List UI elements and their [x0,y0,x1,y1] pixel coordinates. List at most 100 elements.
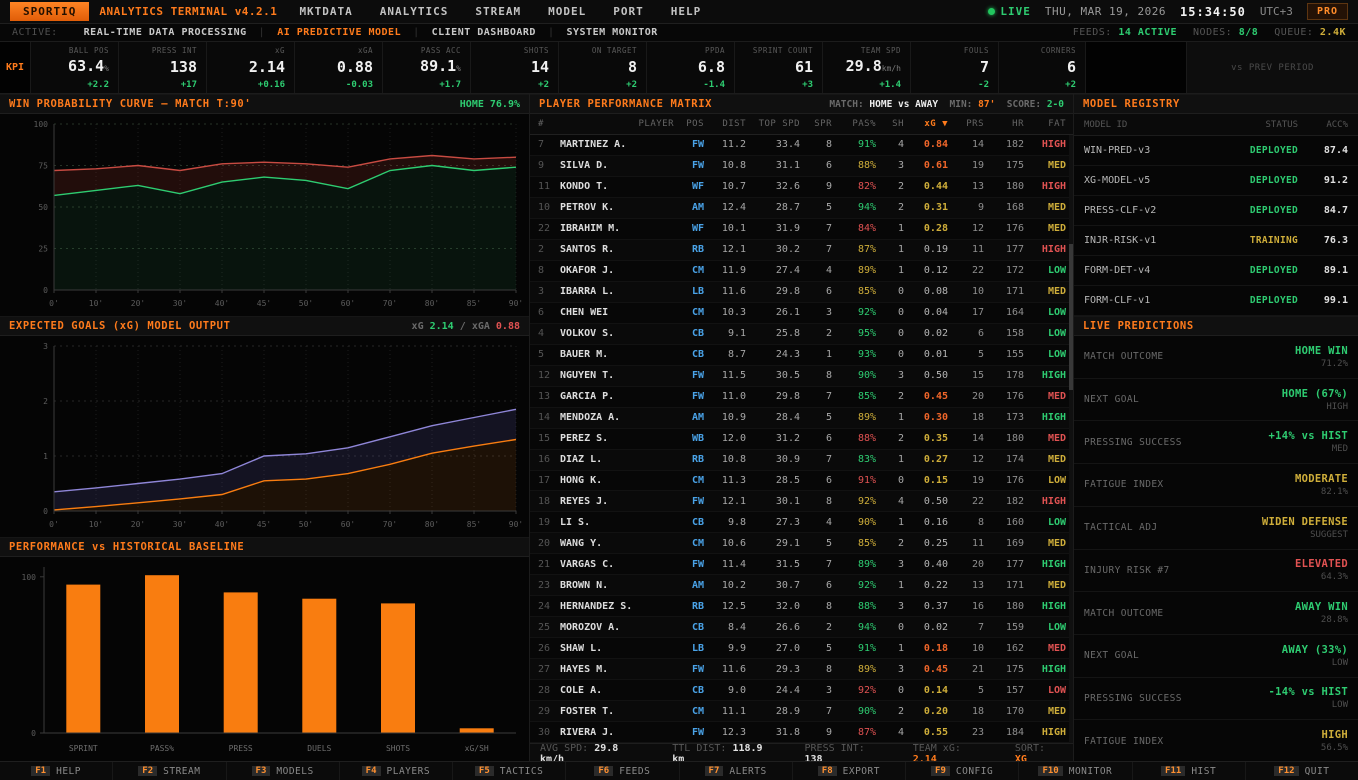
column-header[interactable]: # [538,119,560,129]
table-row[interactable]: 3IBARRA L.LB11.629.8685%00.0810171MED [530,282,1073,303]
player-top-speed: 26.1 [746,307,800,318]
player-number: 14 [538,412,560,423]
table-row[interactable]: 17HONG K.CM11.328.5691%00.1519176LOW [530,471,1073,492]
menu-item-help[interactable]: HELP [671,5,702,18]
player-heart-rate: 171 [984,286,1024,297]
function-key-f9[interactable]: F9CONFIG [905,762,1018,780]
model-row[interactable]: PRESS-CLF-v2DEPLOYED84.7 [1074,196,1358,226]
table-row[interactable]: 2SANTOS R.RB12.130.2787%10.1911177HIGH [530,240,1073,261]
function-key-f10[interactable]: F10MONITOR [1018,762,1131,780]
table-row[interactable]: 20WANG Y.CM10.629.1585%20.2511169MED [530,533,1073,554]
date-display: THU, MAR 19, 2026 [1045,5,1166,18]
player-sprints: 6 [800,433,832,444]
table-row[interactable]: 21VARGAS C.FW11.431.5789%30.4020177HIGH [530,554,1073,575]
table-row[interactable]: 15PEREZ S.WB12.031.2688%20.3514180MED [530,429,1073,450]
table-row[interactable]: 25MOROZOV A.CB8.426.6294%00.027159LOW [530,617,1073,638]
pro-badge[interactable]: PRO [1307,3,1348,20]
table-row[interactable]: 14MENDOZA A.AM10.928.4589%10.3018173HIGH [530,408,1073,429]
table-row[interactable]: 13GARCIA P.FW11.029.8785%20.4520176MED [530,387,1073,408]
column-header[interactable]: TOP SPD [746,119,800,129]
table-scrollbar-thumb[interactable] [1069,244,1073,390]
table-row[interactable]: 11KONDO T.WF10.732.6982%20.4413180HIGH [530,177,1073,198]
mode-tab-4[interactable]: SYSTEM MONITOR [566,27,657,38]
function-key-f5[interactable]: F5TACTICS [452,762,565,780]
menu-item-stream[interactable]: STREAM [475,5,521,18]
model-row[interactable]: XG-MODEL-v5DEPLOYED91.2 [1074,166,1358,196]
table-row[interactable]: 5BAUER M.CB8.724.3193%00.015155LOW [530,345,1073,366]
player-shots: 3 [876,370,904,381]
player-fatigue: MED [1024,643,1066,654]
function-key-f11[interactable]: F11HIST [1132,762,1245,780]
player-xg: 0.40 [904,559,948,570]
player-top-speed: 27.3 [746,517,800,528]
column-header[interactable]: PRS [948,119,984,129]
table-row[interactable]: 27HAYES M.FW11.629.3889%30.4521175HIGH [530,659,1073,680]
function-key-bar: F1HELPF2STREAMF3MODELSF4PLAYERSF5TACTICS… [0,761,1358,780]
function-key-cap: F11 [1161,766,1185,776]
prediction-result: HOME (67%)HIGH [1282,388,1348,412]
model-row[interactable]: WIN-PRED-v3DEPLOYED87.4 [1074,136,1358,166]
function-key-f3[interactable]: F3MODELS [226,762,339,780]
menu-item-analytics[interactable]: ANALYTICS [380,5,449,18]
table-row[interactable]: 26SHAW L.LB9.927.0591%10.1810162MED [530,638,1073,659]
player-pass-pct: 92% [832,307,876,318]
mode-tab-3[interactable]: CLIENT DASHBOARD [432,27,536,38]
player-sprints: 6 [800,286,832,297]
kpi-value: 89.1% [387,59,461,76]
table-row[interactable]: 24HERNANDEZ S.RB12.532.0888%30.3716180HI… [530,596,1073,617]
player-heart-rate: 172 [984,265,1024,276]
table-row[interactable]: 12NGUYEN T.FW11.530.5890%30.5015178HIGH [530,366,1073,387]
function-key-f6[interactable]: F6FEEDS [565,762,678,780]
player-heart-rate: 174 [984,454,1024,465]
table-row[interactable]: 29FOSTER T.CM11.128.9790%20.2018170MED [530,701,1073,722]
table-row[interactable]: 10PETROV K.AM12.428.7594%20.319168MED [530,198,1073,219]
kpi-label: SPRINT COUNT [739,46,813,55]
function-key-f2[interactable]: F2STREAM [112,762,225,780]
column-header[interactable]: DIST [704,119,746,129]
table-row[interactable]: 30RIVERA J.FW12.331.8987%40.5523184HIGH [530,722,1073,743]
function-key-f1[interactable]: F1HELP [0,762,112,780]
menu-item-port[interactable]: PORT [613,5,644,18]
column-header[interactable]: SH [876,119,904,129]
function-key-f8[interactable]: F8EXPORT [792,762,905,780]
table-row[interactable]: 4VOLKOV S.CB9.125.8295%00.026158LOW [530,324,1073,345]
table-row[interactable]: 6CHEN WEICM10.326.1392%00.0417164LOW [530,303,1073,324]
table-row[interactable]: 9SILVA D.FW10.831.1688%30.6119175MED [530,156,1073,177]
model-row[interactable]: INJR-RISK-v1TRAINING76.3 [1074,226,1358,256]
table-row[interactable]: 8OKAFOR J.CM11.927.4489%10.1222172LOW [530,261,1073,282]
table-row[interactable]: 23BROWN N.AM10.230.7692%10.2213171MED [530,575,1073,596]
column-header[interactable]: xG ▼ [904,119,948,129]
column-header[interactable]: SPR [800,119,832,129]
model-row[interactable]: FORM-DET-v4DEPLOYED89.1 [1074,256,1358,286]
column-header[interactable]: POS [674,119,704,129]
function-key-f12[interactable]: F12QUIT [1245,762,1358,780]
player-position: FW [674,559,704,570]
menu-item-mktdata[interactable]: MKTDATA [299,5,352,18]
function-key-f7[interactable]: F7ALERTS [679,762,792,780]
table-row[interactable]: 16DIAZ L.RB10.830.9783%10.2712174MED [530,450,1073,471]
kpi-delta: -2 [915,80,989,90]
column-header[interactable]: FAT [1024,119,1066,129]
table-row[interactable]: 22IBRAHIM M.WF10.131.9784%10.2812176MED [530,219,1073,240]
player-fatigue: LOW [1024,517,1066,528]
player-xg: 0.45 [904,664,948,675]
kpi-label: ON TARGET [563,46,637,55]
table-row[interactable]: 28COLE A.CB9.024.4392%00.145157LOW [530,680,1073,701]
function-key-f4[interactable]: F4PLAYERS [339,762,452,780]
kpi-delta: +2 [1003,80,1076,90]
player-xg: 0.15 [904,475,948,486]
svg-text:PASS%: PASS% [150,744,174,753]
player-shots: 4 [876,727,904,738]
model-row[interactable]: FORM-CLF-v1DEPLOYED99.1 [1074,286,1358,316]
table-row[interactable]: 19LI S.CB9.827.3490%10.168160LOW [530,512,1073,533]
mode-tab-1[interactable]: REAL-TIME DATA PROCESSING [84,27,247,38]
table-row[interactable]: 7MARTINEZ A.FW11.233.4891%40.8414182HIGH [530,135,1073,156]
model-id: WIN-PRED-v3 [1084,145,1220,156]
column-header[interactable]: PAS% [832,119,876,129]
menu-item-model[interactable]: MODEL [548,5,586,18]
column-header[interactable]: PLAYER [560,119,674,129]
mode-tab-2[interactable]: AI PREDICTIVE MODEL [277,27,401,38]
table-row[interactable]: 18REYES J.FW12.130.1892%40.5022182HIGH [530,491,1073,512]
player-position: AM [674,202,704,213]
column-header[interactable]: HR [984,119,1024,129]
